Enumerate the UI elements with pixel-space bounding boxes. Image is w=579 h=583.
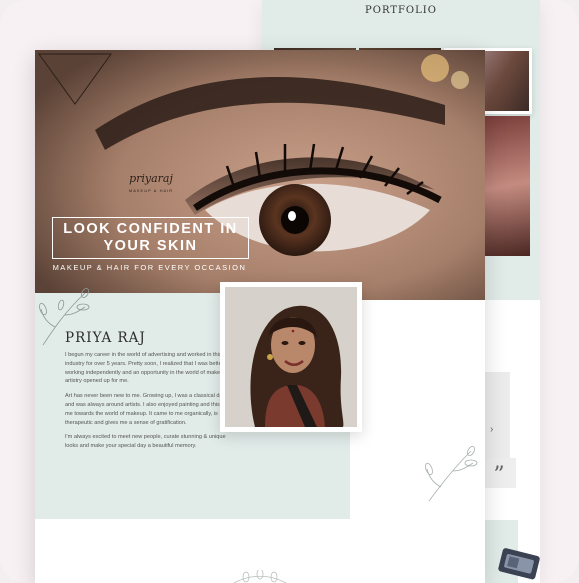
portrait-card	[220, 282, 362, 432]
brand-logo-name: priyaraj	[129, 172, 173, 185]
portrait-photo	[225, 287, 357, 427]
bio-paragraph: I'm always excited to meet new people, c…	[65, 434, 226, 450]
quote-icon: ”	[482, 458, 516, 488]
bio-paragraph: Art has never been new to me. Growing up…	[65, 393, 234, 426]
floral-sprig-icon	[233, 570, 287, 583]
gallery-image-4[interactable]	[484, 116, 530, 256]
about-bio: I begun my career in the world of advert…	[65, 351, 237, 457]
hero-headline: LOOK CONFIDENT IN YOUR SKIN	[63, 221, 238, 254]
portfolio-title: PORTFOLIO	[365, 5, 437, 16]
floral-sprig-icon	[425, 446, 478, 502]
headline-frame: LOOK CONFIDENT IN YOUR SKIN	[52, 217, 249, 259]
bio-paragraph: I begun my career in the world of advert…	[65, 352, 232, 385]
brand-logo-subtitle: MAKEUP & HAIR	[128, 188, 174, 193]
hero-tagline: MAKEUP & HAIR FOR EVERY OCCASION	[52, 263, 247, 272]
eyeshadow-palette-icon	[498, 548, 540, 580]
hero-banner: priyaraj MAKEUP & HAIR LOOK CONFIDENT IN…	[35, 50, 485, 300]
about-heading: PRIYA RAJ	[65, 330, 146, 346]
chevron-right-icon[interactable]: ›	[490, 424, 493, 435]
triangle-logo-icon	[38, 53, 112, 105]
